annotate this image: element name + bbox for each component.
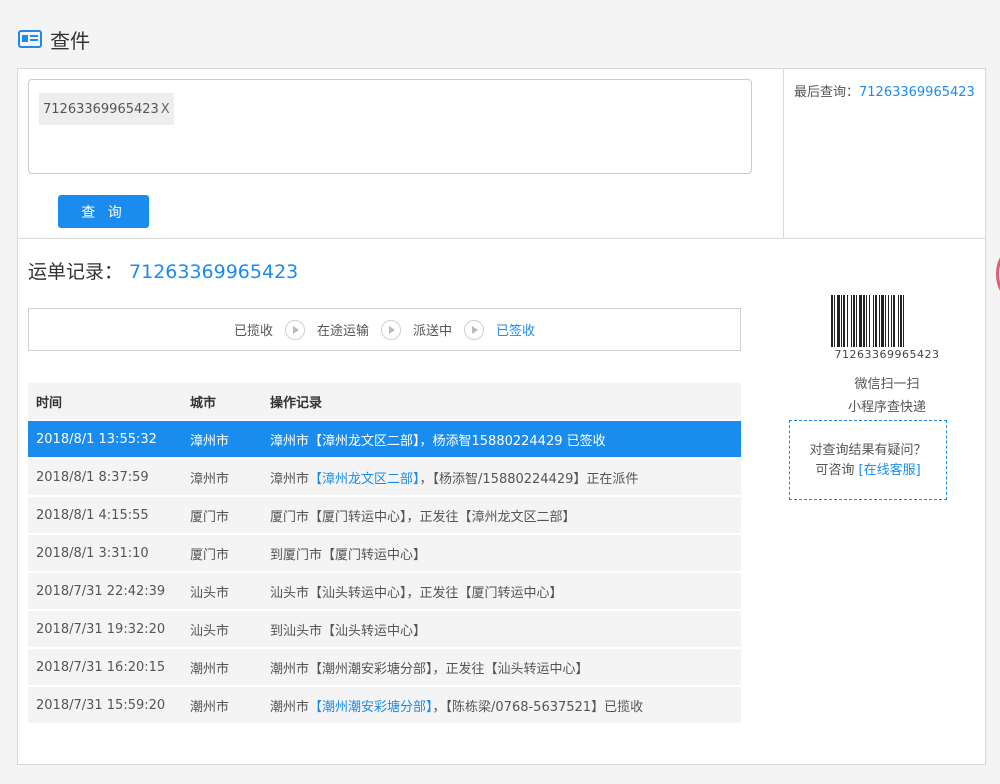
tracking-tag: 71263369965423 X: [39, 93, 174, 125]
record-text: ，【杨添智/15880224429】正在派件: [419, 471, 639, 487]
cell-record: 汕头市【汕头转运中心】，正发往【厦门转运中心】: [262, 573, 741, 609]
cell-time: 2018/7/31 16:20:15: [28, 649, 182, 685]
cell-time: 2018/8/1 13:55:32: [28, 421, 182, 457]
cell-city: 潮州市: [182, 687, 262, 723]
cell-city: 漳州市: [182, 459, 262, 495]
table-row: 2018/7/31 22:42:39 汕头市 汕头市【汕头转运中心】，正发往【厦门转…: [28, 573, 741, 609]
cell-record: 到汕头市【汕头转运中心】: [262, 611, 741, 647]
record-text: 潮州市: [270, 699, 310, 715]
cell-city: 厦门市: [182, 497, 262, 533]
step-arrow-icon: [381, 319, 401, 340]
last-query-link[interactable]: 71263369965423: [859, 85, 975, 100]
cell-time: 2018/8/1 8:37:59: [28, 459, 182, 495]
main-panel: 71263369965423 X 查 询 最后查询：71263369965423…: [17, 68, 986, 765]
cell-city: 潮州市: [182, 649, 262, 685]
cell-city: 漳州市: [182, 421, 262, 457]
cell-record: 到厦门市【厦门转运中心】: [262, 535, 741, 571]
step-arrow-icon: [284, 319, 305, 340]
status-step-collected: 已揽收: [233, 324, 273, 339]
table-row: 2018/7/31 15:59:20 潮州市 潮州市【潮州潮安彩塘分部】，【陈栋梁/…: [28, 687, 741, 723]
branch-link[interactable]: 【漳州龙文区二部】: [309, 472, 420, 487]
help-line2-text: 可咨询: [815, 463, 855, 478]
column-header-record: 操作记录: [262, 383, 741, 419]
table-row: 2018/7/31 16:20:15 潮州市 潮州市【潮州潮安彩塘分部】，正发往【汕…: [28, 649, 741, 685]
cell-time: 2018/8/1 3:31:10: [28, 535, 182, 571]
id-card-icon: [18, 30, 42, 48]
last-query-area: 最后查询：71263369965423: [784, 69, 985, 239]
cell-time: 2018/7/31 19:32:20: [28, 611, 182, 647]
record-text: 到汕头市【汕头转运中心】: [270, 623, 427, 639]
table-row: 2018/8/1 4:15:55 厦门市 厦门市【厦门转运中心】，正发往【漳州龙文区…: [28, 497, 741, 533]
page-header: 查件: [18, 24, 90, 54]
cell-record: 厦门市【厦门转运中心】，正发往【漳州龙文区二部】: [262, 497, 741, 533]
barcode-icon: [831, 295, 904, 347]
query-button[interactable]: 查 询: [58, 195, 149, 228]
table-row: 2018/8/1 3:31:10 厦门市 到厦门市【厦门转运中心】: [28, 535, 741, 571]
search-area: 71263369965423 X 查 询: [18, 69, 784, 239]
record-text: 厦门市【厦门转运中心】，正发往【漳州龙文区二部】: [270, 509, 576, 525]
tracking-input[interactable]: 71263369965423 X: [28, 79, 752, 174]
tracking-tag-value: 71263369965423: [43, 101, 159, 117]
online-service-link[interactable]: [在线客服]: [859, 463, 921, 478]
cell-city: 汕头市: [182, 573, 262, 609]
cell-record: 漳州市【漳州龙文区二部】，【杨添智/15880224429】正在派件: [262, 459, 741, 495]
table-header-row: 时间 城市 操作记录: [28, 383, 741, 419]
table-body: 2018/8/1 13:55:32 漳州市 漳州市【漳州龙文区二部】，杨添智1588…: [28, 421, 741, 723]
record-text: 漳州市【漳州龙文区二部】，杨添智15880224429 已签收: [270, 433, 606, 449]
record-number: 71263369965423: [129, 261, 299, 283]
cell-time: 2018/8/1 4:15:55: [28, 497, 182, 533]
table-row: 2018/7/31 19:32:20 汕头市 到汕头市【汕头转运中心】: [28, 611, 741, 647]
table-row: 2018/8/1 8:37:59 漳州市 漳州市【漳州龙文区二部】，【杨添智/158…: [28, 459, 741, 495]
tag-remove-icon[interactable]: X: [161, 102, 170, 117]
help-line1: 对查询结果有疑问？: [809, 443, 927, 458]
record-text: 漳州市: [270, 471, 310, 487]
side-info: 71263369965423 微信扫一扫 小程序查快递: [788, 295, 986, 415]
barcode-number: 71263369965423: [834, 348, 940, 361]
cell-record: 潮州市【潮州潮安彩塘分部】，正发往【汕头转运中心】: [262, 649, 741, 685]
help-line2: 可咨询 [在线客服]: [790, 461, 946, 481]
record-text: 汕头市【汕头转运中心】，正发往【厦门转运中心】: [270, 585, 563, 601]
record-label: 运单记录：: [28, 261, 124, 283]
status-step-in-transit: 在途运输: [316, 324, 369, 339]
record-text: 潮州市【潮州潮安彩塘分部】，正发往【汕头转运中心】: [270, 661, 589, 677]
tracking-records-table: 时间 城市 操作记录 2018/8/1 13:55:32 漳州市 漳州市【漳州龙文区…: [28, 381, 741, 725]
floating-edge-button[interactable]: [996, 246, 1000, 302]
column-header-time: 时间: [28, 383, 182, 419]
record-text: ，【陈栋梁/0768-5637521】已揽收: [432, 699, 644, 715]
help-box: 对查询结果有疑问？ 可咨询 [在线客服]: [789, 420, 947, 500]
status-progress: 已揽收 在途运输 派送中 已签收: [28, 308, 741, 351]
column-header-city: 城市: [182, 383, 262, 419]
step-arrow-icon: [464, 319, 485, 340]
status-step-signed: 已签收: [496, 324, 536, 339]
branch-link[interactable]: 【潮州潮安彩塘分部】: [309, 700, 433, 715]
scan-hint-line1: 微信扫一扫: [854, 377, 920, 392]
page-title: 查件: [50, 28, 90, 53]
cell-record: 漳州市【漳州龙文区二部】，杨添智15880224429 已签收: [262, 421, 741, 457]
table-row: 2018/8/1 13:55:32 漳州市 漳州市【漳州龙文区二部】，杨添智1588…: [28, 421, 741, 457]
cell-time: 2018/7/31 15:59:20: [28, 687, 182, 723]
cell-city: 汕头市: [182, 611, 262, 647]
last-query: 最后查询：71263369965423: [794, 81, 975, 100]
status-step-delivering: 派送中: [413, 324, 453, 339]
cell-city: 厦门市: [182, 535, 262, 571]
record-title: 运单记录： 71263369965423: [28, 257, 298, 284]
cell-time: 2018/7/31 22:42:39: [28, 573, 182, 609]
last-query-label: 最后查询：: [794, 85, 860, 100]
record-text: 到厦门市【厦门转运中心】: [270, 547, 427, 563]
cell-record: 潮州市【潮州潮安彩塘分部】，【陈栋梁/0768-5637521】已揽收: [262, 687, 741, 723]
scan-hint-line2: 小程序查快递: [847, 400, 926, 415]
